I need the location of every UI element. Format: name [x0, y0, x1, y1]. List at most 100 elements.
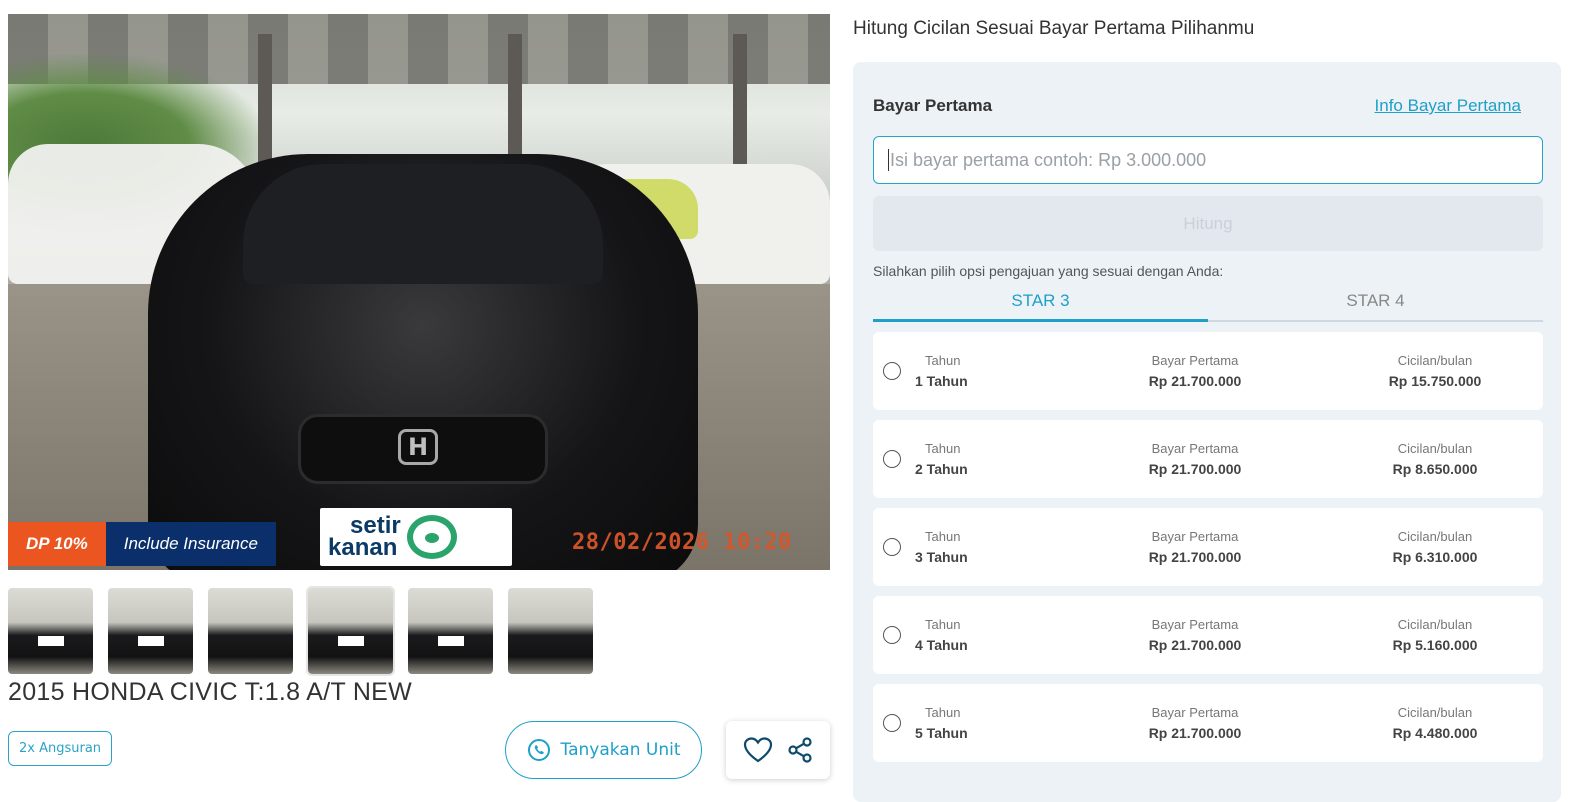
tenor-label: Tahun: [925, 705, 961, 720]
dp-value: Rp 21.700.000: [1148, 461, 1242, 477]
tab-star-4[interactable]: STAR 4: [1208, 291, 1543, 320]
thumbnail[interactable]: [208, 588, 293, 674]
installment-column: Cicilan/bulan Rp 8.650.000: [1335, 441, 1535, 477]
tenor-value: 5 Tahun: [915, 725, 968, 741]
installment-option[interactable]: Tahun 1 Tahun Bayar Pertama Rp 21.700.00…: [873, 332, 1543, 410]
installment-value: Rp 4.480.000: [1392, 725, 1478, 741]
tenor-label: Tahun: [925, 617, 961, 632]
thumbnail[interactable]: [508, 588, 593, 674]
setir-kanan-plate: setir kanan: [320, 508, 512, 566]
heart-icon[interactable]: [743, 736, 773, 764]
tenor-column: Tahun 4 Tahun: [915, 617, 1005, 653]
tenor-label: Tahun: [925, 353, 961, 368]
plate-line-2: kanan: [328, 534, 398, 561]
tenor-value: 1 Tahun: [915, 373, 968, 389]
dp-label: Bayar Pertama: [1151, 441, 1239, 456]
tenor-value: 2 Tahun: [915, 461, 968, 477]
installment-column: Cicilan/bulan Rp 15.750.000: [1335, 353, 1535, 389]
input-placeholder: Isi bayar pertama contoh: Rp 3.000.000: [890, 149, 1207, 170]
option-hint: Silahkan pilih opsi pengajuan yang sesua…: [873, 263, 1224, 279]
installment-label: Cicilan/bulan: [1397, 617, 1473, 632]
thumbnail-plate: [138, 636, 164, 646]
main-car-photo[interactable]: H setir kanan 28/02/2026 10:20 DP 10% In…: [8, 14, 830, 570]
tenor-column: Tahun 3 Tahun: [915, 529, 1005, 565]
insurance-badge: Include Insurance: [105, 522, 276, 566]
plate-text: setir kanan: [328, 514, 401, 561]
calculator-heading: Hitung Cicilan Sesuai Bayar Pertama Pili…: [853, 18, 1255, 39]
tenor-label: Tahun: [925, 441, 961, 456]
photo-timestamp: 28/02/2026 10:20: [572, 530, 792, 555]
thumbnail[interactable]: [8, 588, 93, 674]
tenor-column: Tahun 1 Tahun: [915, 353, 1005, 389]
car-title: 2015 HONDA CIVIC T:1.8 A/T NEW: [8, 678, 413, 706]
installment-option[interactable]: Tahun 3 Tahun Bayar Pertama Rp 21.700.00…: [873, 508, 1543, 586]
option-radio[interactable]: [883, 450, 901, 468]
dp-label: Bayar Pertama: [1151, 705, 1239, 720]
installment-column: Cicilan/bulan Rp 5.160.000: [1335, 617, 1535, 653]
calculator-panel: Bayar Pertama Info Bayar Pertama Isi bay…: [853, 62, 1561, 802]
installment-label: Cicilan/bulan: [1397, 441, 1473, 456]
installment-value: Rp 6.310.000: [1392, 549, 1478, 565]
thumbnail-plate: [338, 636, 364, 646]
listing-column: H setir kanan 28/02/2026 10:20 DP 10% In…: [8, 14, 830, 781]
angsuran-tag: 2x Angsuran: [8, 731, 113, 766]
share-icon[interactable]: [786, 736, 814, 764]
dp-badge: DP 10%: [8, 522, 106, 566]
thumbnail-plate: [38, 636, 64, 646]
dp-column: Bayar Pertama Rp 21.700.000: [1095, 353, 1295, 389]
plan-tabs: STAR 3 STAR 4: [873, 291, 1543, 322]
thumbnail-strip: [8, 586, 830, 676]
installment-option[interactable]: Tahun 2 Tahun Bayar Pertama Rp 21.700.00…: [873, 420, 1543, 498]
dp-value: Rp 21.700.000: [1148, 637, 1242, 653]
thumbnail-plate: [438, 636, 464, 646]
bayar-pertama-label: Bayar Pertama: [873, 96, 993, 115]
thumbnail[interactable]: [408, 588, 493, 674]
tenor-value: 3 Tahun: [915, 549, 968, 565]
honda-logo: H: [398, 429, 438, 465]
option-radio[interactable]: [883, 714, 901, 732]
text-caret: [888, 149, 889, 171]
favorite-share-box: [726, 721, 830, 779]
thumbnail[interactable]: [306, 586, 395, 676]
tenor-value: 4 Tahun: [915, 637, 968, 653]
ask-unit-label: Tanyakan Unit: [560, 740, 681, 760]
dp-value: Rp 21.700.000: [1148, 725, 1242, 741]
promo-badges: DP 10% Include Insurance: [8, 522, 276, 566]
dp-label: Bayar Pertama: [1151, 353, 1239, 368]
photo-windshield: [243, 164, 603, 284]
bayar-pertama-input[interactable]: Isi bayar pertama contoh: Rp 3.000.000: [873, 136, 1543, 184]
tenor-column: Tahun 5 Tahun: [915, 705, 1005, 741]
dp-label: Bayar Pertama: [1151, 529, 1239, 544]
calculator-column: Hitung Cicilan Sesuai Bayar Pertama Pili…: [853, 0, 1563, 802]
installment-column: Cicilan/bulan Rp 6.310.000: [1335, 529, 1535, 565]
tenor-label: Tahun: [925, 529, 961, 544]
dp-value: Rp 21.700.000: [1148, 373, 1242, 389]
installment-option[interactable]: Tahun 4 Tahun Bayar Pertama Rp 21.700.00…: [873, 596, 1543, 674]
installment-label: Cicilan/bulan: [1397, 529, 1473, 544]
ask-unit-button[interactable]: Tanyakan Unit: [505, 721, 702, 779]
installment-value: Rp 5.160.000: [1392, 637, 1478, 653]
dp-column: Bayar Pertama Rp 21.700.000: [1095, 529, 1295, 565]
installment-label: Cicilan/bulan: [1397, 705, 1473, 720]
installment-options: Tahun 1 Tahun Bayar Pertama Rp 21.700.00…: [873, 332, 1543, 762]
info-bayar-pertama-link[interactable]: Info Bayar Pertama: [1375, 96, 1521, 116]
dp-column: Bayar Pertama Rp 21.700.000: [1095, 441, 1295, 477]
installment-value: Rp 8.650.000: [1392, 461, 1478, 477]
installment-option[interactable]: Tahun 5 Tahun Bayar Pertama Rp 21.700.00…: [873, 684, 1543, 762]
whatsapp-icon: [527, 739, 550, 761]
installment-column: Cicilan/bulan Rp 4.480.000: [1335, 705, 1535, 741]
option-radio[interactable]: [883, 626, 901, 644]
action-row: 2x Angsuran Tanyakan Unit: [8, 721, 830, 781]
hitung-button[interactable]: Hitung: [873, 196, 1543, 251]
dp-column: Bayar Pertama Rp 21.700.000: [1095, 617, 1295, 653]
thumbnail[interactable]: [108, 588, 193, 674]
installment-label: Cicilan/bulan: [1397, 353, 1473, 368]
option-radio[interactable]: [883, 362, 901, 380]
steering-wheel-icon: [406, 515, 457, 559]
dp-column: Bayar Pertama Rp 21.700.000: [1095, 705, 1295, 741]
dp-label: Bayar Pertama: [1151, 617, 1239, 632]
installment-value: Rp 15.750.000: [1388, 373, 1482, 389]
dp-value: Rp 21.700.000: [1148, 549, 1242, 565]
tab-star-3[interactable]: STAR 3: [873, 291, 1208, 322]
option-radio[interactable]: [883, 538, 901, 556]
